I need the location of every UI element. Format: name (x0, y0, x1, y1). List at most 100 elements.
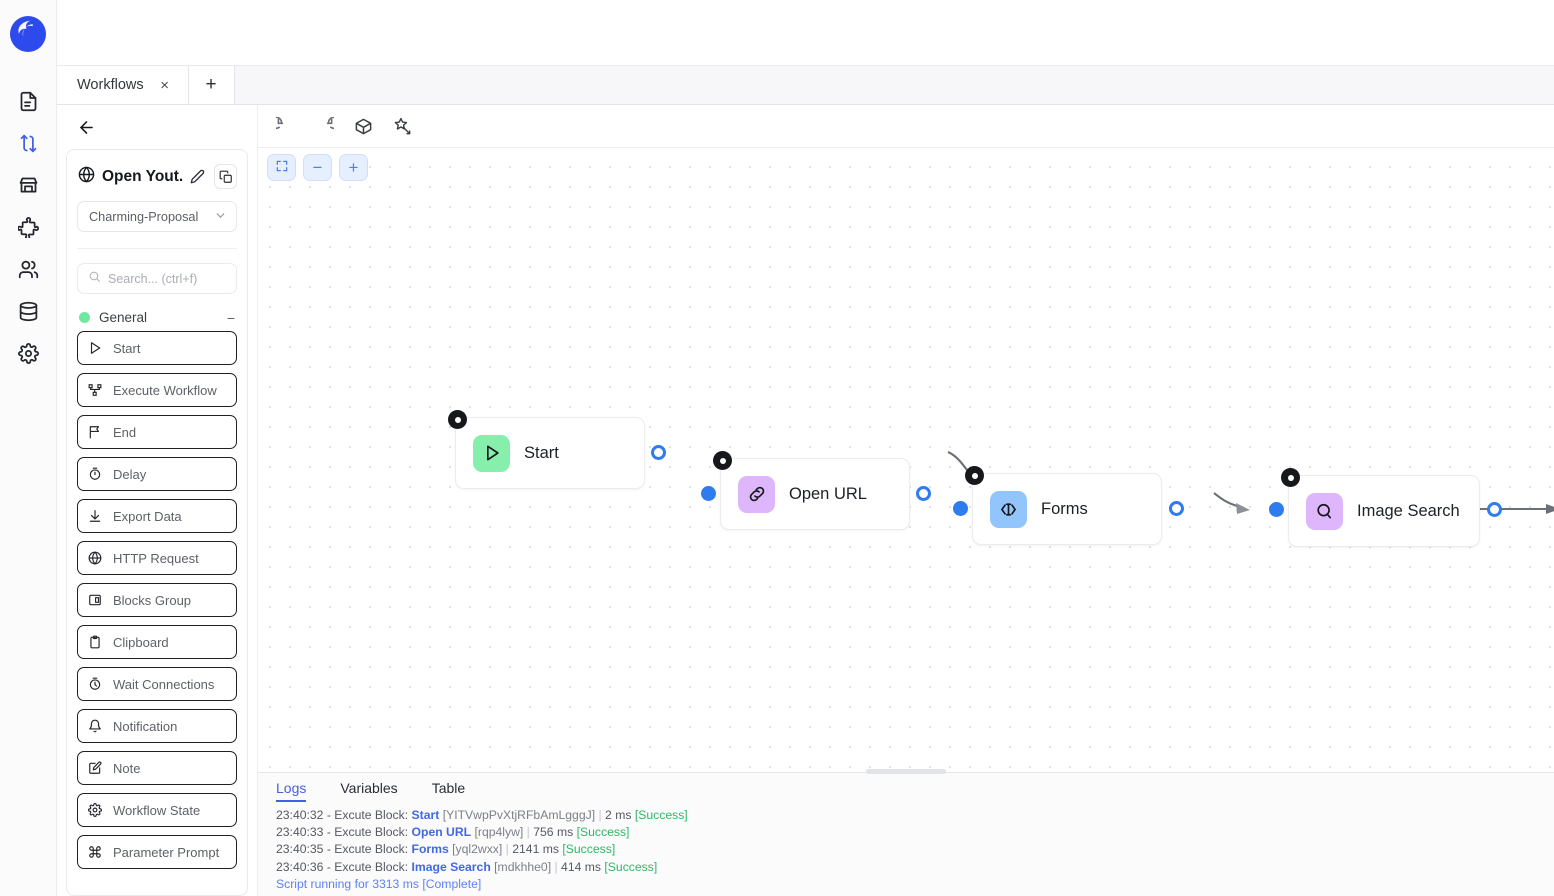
node-label: Image Search (1357, 502, 1460, 521)
node-input-port-forms[interactable] (953, 501, 968, 516)
block-item-http-request[interactable]: HTTP Request (77, 541, 237, 575)
node-label: Start (524, 444, 559, 463)
block-label: End (113, 425, 136, 440)
block-item-blocks-group[interactable]: Blocks Group (77, 583, 237, 617)
block-label: Notification (113, 719, 177, 734)
block-item-delay[interactable]: Delay (77, 457, 237, 491)
undo-button[interactable] (276, 117, 295, 136)
group-status-dot (79, 312, 90, 323)
sidebar-item-workflows[interactable] (8, 122, 48, 164)
pencil-icon[interactable] (190, 169, 205, 184)
workflow-canvas[interactable]: − + (258, 148, 1554, 772)
log-output[interactable]: 23:40:32 - Excute Block: Start [YITVwpPv… (258, 802, 1554, 896)
sidebar-item-settings[interactable] (8, 332, 48, 374)
store-icon (18, 175, 39, 196)
app-logo[interactable] (8, 14, 48, 54)
tab-workflows[interactable]: Workflows × (57, 66, 189, 104)
redo-button[interactable] (315, 117, 334, 136)
canvas-toolbar (258, 105, 1554, 148)
node-label: Forms (1041, 500, 1088, 519)
node-input-port-open-url[interactable] (701, 486, 716, 501)
gear-icon (88, 803, 103, 817)
fit-view-button[interactable] (267, 154, 296, 181)
blocks-list[interactable]: Start Execute Workflow End Delay (67, 331, 247, 895)
log-time: 23:40:35 (276, 842, 323, 856)
sidebar-item-teams[interactable] (8, 248, 48, 290)
tab-variables[interactable]: Variables (340, 780, 397, 802)
block-label: Wait Connections (113, 677, 214, 692)
block-label: Parameter Prompt (113, 845, 219, 860)
search-box[interactable] (77, 263, 237, 294)
log-block-name[interactable]: Start (412, 808, 440, 822)
log-line: 23:40:36 - Excute Block: Image Search [m… (276, 859, 1554, 876)
block-label: Start (113, 341, 140, 356)
block-item-end[interactable]: End (77, 415, 237, 449)
zoom-controls: − + (267, 154, 368, 181)
block-item-workflow-state[interactable]: Workflow State (77, 793, 237, 827)
panel-nav (57, 105, 257, 149)
log-tabs: Logs Variables Table (258, 773, 1554, 802)
log-block-name[interactable]: Open URL (412, 825, 472, 839)
image-search-icon (1306, 493, 1343, 530)
block-label: HTTP Request (113, 551, 199, 566)
search-input[interactable] (108, 272, 226, 286)
node-status-badge[interactable] (1281, 468, 1300, 487)
canvas-node-open-url[interactable]: Open URL (720, 458, 910, 530)
magic-wand-button[interactable] (393, 117, 412, 136)
log-duration: 414 ms (561, 860, 601, 874)
block-item-start[interactable]: Start (77, 331, 237, 365)
block-item-clipboard[interactable]: Clipboard (77, 625, 237, 659)
tab-table[interactable]: Table (432, 780, 465, 802)
close-icon[interactable]: × (158, 78, 172, 93)
collapse-icon[interactable]: − (227, 311, 235, 325)
canvas-node-forms[interactable]: Forms (972, 473, 1162, 545)
back-button[interactable] (77, 118, 96, 137)
sidebar-item-storage[interactable] (8, 290, 48, 332)
node-output-port-image-search[interactable] (1487, 502, 1502, 517)
new-tab-button[interactable]: + (189, 66, 235, 104)
block-item-parameter-prompt[interactable]: Parameter Prompt (77, 835, 237, 869)
globe-icon (78, 166, 95, 188)
block-item-execute-workflow[interactable]: Execute Workflow (77, 373, 237, 407)
node-status-badge[interactable] (713, 451, 732, 470)
canvas-node-start[interactable]: Start (455, 417, 645, 489)
block-label: Note (113, 761, 140, 776)
bell-icon (88, 719, 103, 733)
block-item-wait-connections[interactable]: Wait Connections (77, 667, 237, 701)
log-status: [Success] (604, 860, 657, 874)
node-output-port-open-url[interactable] (916, 486, 931, 501)
block-item-notification[interactable]: Notification (77, 709, 237, 743)
node-output-port-forms[interactable] (1169, 501, 1184, 516)
tab-strip: Workflows × + (57, 66, 1554, 105)
sidebar-item-marketplace[interactable] (8, 164, 48, 206)
block-label: Workflow State (113, 803, 200, 818)
zoom-out-button[interactable]: − (303, 154, 332, 181)
log-block-name[interactable]: Image Search (412, 860, 491, 874)
canvas-column: − + (258, 105, 1554, 896)
block-item-export-data[interactable]: Export Data (77, 499, 237, 533)
zoom-in-button[interactable]: + (339, 154, 368, 181)
group-header-general[interactable]: General − (67, 294, 247, 331)
node-input-port-image-search[interactable] (1269, 502, 1284, 517)
block-item-note[interactable]: Note (77, 751, 237, 785)
block-label: Delay (113, 467, 146, 482)
log-prefix: - Excute Block: (323, 825, 411, 839)
blocks-panel: Open Yout... Charmi (57, 105, 258, 896)
canvas-node-image-search[interactable]: Image Search (1288, 475, 1480, 547)
package-button[interactable] (354, 117, 373, 136)
command-icon (88, 845, 103, 859)
log-time: 23:40:32 (276, 808, 323, 822)
tab-logs[interactable]: Logs (276, 780, 306, 802)
block-label: Execute Workflow (113, 383, 217, 398)
panel-resize-handle[interactable] (866, 769, 946, 774)
log-prefix: - Excute Block: (323, 842, 411, 856)
node-output-port-start[interactable] (651, 445, 666, 460)
node-status-badge[interactable] (448, 410, 467, 429)
sidebar-item-packages[interactable] (8, 206, 48, 248)
wait-icon (88, 677, 103, 691)
sidebar-item-documents[interactable] (8, 80, 48, 122)
workflow-select[interactable]: Charming-Proposal (77, 201, 237, 232)
copy-icon[interactable] (214, 164, 237, 189)
log-block-name[interactable]: Forms (412, 842, 449, 856)
node-status-badge[interactable] (965, 466, 984, 485)
